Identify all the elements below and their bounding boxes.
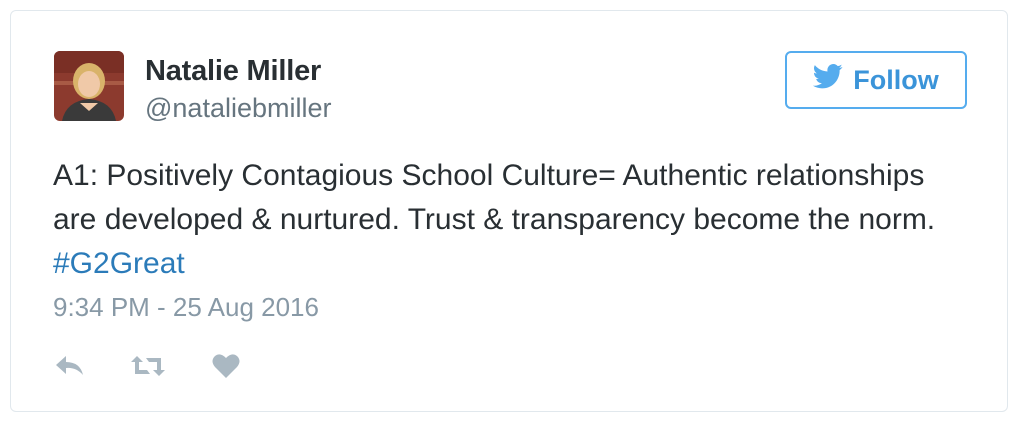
twitter-bird-icon <box>813 64 843 96</box>
tweet-actions <box>53 351 243 381</box>
author-handle[interactable]: @nataliebmiller <box>145 93 331 124</box>
tweet-text: A1: Positively Contagious School Culture… <box>53 154 953 286</box>
retweet-button[interactable] <box>131 351 165 381</box>
reply-icon <box>54 354 86 378</box>
follow-button[interactable]: Follow <box>785 51 967 109</box>
tweet-timestamp[interactable]: 9:34 PM - 25 Aug 2016 <box>53 292 319 323</box>
tweet-card: Natalie Miller @nataliebmiller Follow A1… <box>10 10 1008 412</box>
tweet-body: A1: Positively Contagious School Culture… <box>53 159 936 236</box>
heart-icon <box>212 353 240 379</box>
retweet-icon <box>130 354 166 378</box>
avatar[interactable] <box>54 51 124 121</box>
like-button[interactable] <box>209 351 243 381</box>
author-display-name[interactable]: Natalie Miller <box>145 55 321 88</box>
reply-button[interactable] <box>53 351 87 381</box>
hashtag-link[interactable]: #G2Great <box>53 247 185 280</box>
follow-label: Follow <box>853 64 939 95</box>
